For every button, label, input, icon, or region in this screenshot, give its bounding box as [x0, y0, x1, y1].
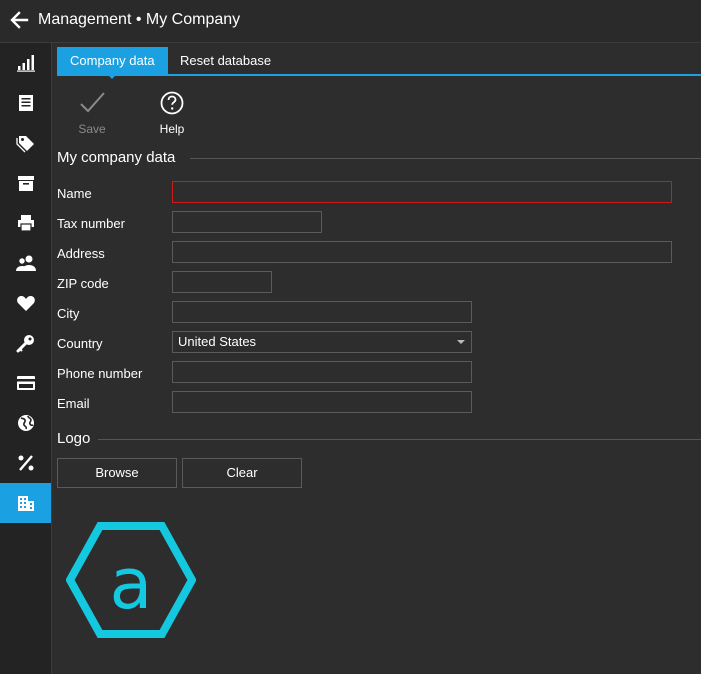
sidebar-item-payments[interactable] — [0, 363, 51, 403]
country-select[interactable]: United States — [172, 331, 472, 353]
sidebar-item-countries[interactable] — [0, 403, 51, 443]
archive-icon — [17, 176, 34, 191]
name-label: Name — [57, 186, 92, 201]
logo-section-divider — [98, 439, 701, 440]
logo-letter: a — [110, 543, 153, 625]
building-icon — [17, 496, 34, 511]
bar-chart-icon — [16, 55, 35, 72]
checkmark-icon — [80, 92, 105, 113]
zip-code-field[interactable] — [172, 271, 272, 293]
country-value: United States — [178, 334, 257, 349]
receipt-icon — [18, 95, 33, 111]
city-label: City — [57, 306, 80, 321]
save-button[interactable]: Save — [62, 88, 122, 144]
save-label: Save — [78, 122, 106, 136]
sidebar-item-security[interactable] — [0, 323, 51, 363]
city-field[interactable] — [172, 301, 472, 323]
sidebar — [0, 43, 52, 674]
sidebar-item-my-company[interactable] — [0, 483, 51, 523]
browse-button[interactable]: Browse — [57, 458, 177, 488]
dropdown-arrow-icon — [457, 340, 465, 344]
section-divider — [190, 158, 701, 159]
tab-reset-database[interactable]: Reset database — [167, 47, 284, 74]
help-label: Help — [159, 122, 185, 136]
tax-number-field[interactable] — [172, 211, 322, 233]
email-label: Email — [57, 396, 90, 411]
tags-icon — [15, 136, 34, 153]
name-field[interactable] — [172, 181, 672, 203]
country-label: Country — [57, 336, 103, 351]
sidebar-item-print[interactable] — [0, 203, 51, 243]
clear-button[interactable]: Clear — [182, 458, 302, 488]
tax-number-label: Tax number — [57, 216, 125, 231]
help-button[interactable]: Help — [142, 88, 202, 144]
address-label: Address — [57, 246, 105, 261]
heart-icon — [16, 296, 35, 311]
globe-icon — [17, 415, 34, 431]
section-title-company: My company data — [57, 149, 176, 166]
help-icon — [160, 91, 184, 115]
zip-code-label: ZIP code — [57, 276, 109, 291]
phone-field[interactable] — [172, 361, 472, 383]
active-tab-pointer — [107, 74, 117, 79]
printer-icon — [17, 215, 34, 232]
sidebar-item-statistics[interactable] — [0, 43, 51, 83]
back-arrow-icon[interactable] — [8, 9, 30, 31]
sidebar-item-favorites[interactable] — [0, 283, 51, 323]
tab-company-data[interactable]: Company data — [57, 47, 168, 74]
section-title-logo: Logo — [57, 430, 91, 447]
sidebar-item-documents[interactable] — [0, 83, 51, 123]
sidebar-item-customers[interactable] — [0, 243, 51, 283]
tab-bar: Company data Reset database — [57, 47, 701, 79]
address-field[interactable] — [172, 241, 672, 263]
sidebar-item-taxes[interactable] — [0, 443, 51, 483]
credit-card-icon — [16, 376, 35, 390]
company-logo: a — [65, 522, 197, 638]
key-icon — [16, 335, 34, 353]
sidebar-item-products[interactable] — [0, 123, 51, 163]
title-bar: Management • My Company — [0, 0, 701, 43]
email-field[interactable] — [172, 391, 472, 413]
users-icon — [15, 255, 36, 271]
phone-label: Phone number — [57, 366, 143, 381]
percent-icon — [18, 455, 33, 471]
sidebar-item-stock[interactable] — [0, 163, 51, 203]
window-title: Management • My Company — [38, 11, 241, 28]
